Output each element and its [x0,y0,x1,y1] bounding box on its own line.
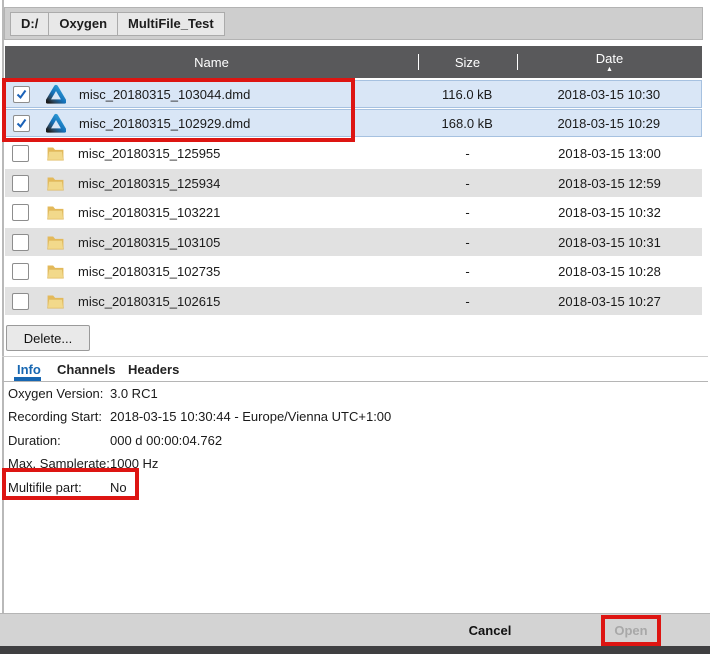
folder-date: 2018-03-15 10:27 [517,294,702,309]
column-header-date-label: Date [596,52,623,66]
info-field-value: 1000 Hz [110,456,158,471]
tab-channels[interactable]: Channels [57,362,116,377]
checkbox-unchecked-icon[interactable] [12,263,29,280]
folder-date: 2018-03-15 13:00 [517,146,702,161]
folder-icon [45,143,65,163]
info-field: Duration: 000 d 00:00:04.762 [0,433,450,451]
folder-date: 2018-03-15 10:31 [517,235,702,250]
checkbox-unchecked-icon[interactable] [12,145,29,162]
info-field-value: No [110,480,127,495]
column-divider [418,54,419,70]
folder-size: - [418,264,517,279]
table-row[interactable]: misc_20180315_103044.dmd 116.0 kB 2018-0… [5,80,702,108]
folder-name: misc_20180315_125934 [78,176,220,191]
folder-icon [45,232,65,252]
file-size: 168.0 kB [418,116,517,131]
table-row[interactable]: misc_20180315_125934 - 2018-03-15 12:59 [5,169,702,197]
column-header-date[interactable]: Date ▲ [517,46,702,78]
info-field-value: 2018-03-15 10:30:44 - Europe/Vienna UTC+… [110,409,391,424]
dmd-file-icon [46,113,66,133]
info-field-label: Multifile part: [8,480,82,495]
table-header: Name Size Date ▲ [5,46,702,78]
table-row[interactable]: misc_20180315_102735 - 2018-03-15 10:28 [5,257,702,285]
checkbox-unchecked-icon[interactable] [12,204,29,221]
column-header-name[interactable]: Name [5,46,418,78]
folder-name: misc_20180315_102615 [78,294,220,309]
info-field: Max. Samplerate: 1000 Hz [0,456,450,474]
folder-size: - [418,294,517,309]
section-divider [2,356,708,357]
checkbox-unchecked-icon[interactable] [12,293,29,310]
folder-size: - [418,205,517,220]
delete-button[interactable]: Delete... [6,325,90,351]
file-open-dialog: D:/ Oxygen MultiFile_Test Name Size Date… [0,0,710,654]
cancel-button[interactable]: Cancel [450,617,530,643]
folder-name: misc_20180315_103105 [78,235,220,250]
info-field-label: Max. Samplerate: [8,456,110,471]
dmd-file-icon [46,84,66,104]
tabs-divider [2,381,708,382]
checkbox-unchecked-icon[interactable] [12,175,29,192]
folder-date: 2018-03-15 12:59 [517,176,702,191]
folder-name: misc_20180315_103221 [78,205,220,220]
bottom-strip [0,646,710,654]
table-row[interactable]: misc_20180315_102929.dmd 168.0 kB 2018-0… [5,109,702,137]
checkbox-unchecked-icon[interactable] [12,234,29,251]
folder-name: misc_20180315_102735 [78,264,220,279]
info-field-label: Recording Start: [8,409,102,424]
checkbox-checked-icon[interactable] [13,86,30,103]
info-field-label: Oxygen Version: [8,386,103,401]
table-row[interactable]: misc_20180315_103221 - 2018-03-15 10:32 [5,198,702,226]
folder-icon [45,261,65,281]
folder-icon [45,291,65,311]
breadcrumb-item-oxygen[interactable]: Oxygen [48,12,118,36]
breadcrumb: D:/ Oxygen MultiFile_Test [4,7,703,40]
column-divider [517,54,518,70]
info-field-value: 000 d 00:00:04.762 [110,433,222,448]
dialog-left-border [2,0,4,613]
info-field-multifile-part: Multifile part: No [0,480,450,498]
folder-name: misc_20180315_125955 [78,146,220,161]
table-row[interactable]: misc_20180315_125955 - 2018-03-15 13:00 [5,139,702,167]
file-name: misc_20180315_103044.dmd [79,87,250,102]
folder-icon [45,202,65,222]
info-field: Recording Start: 2018-03-15 10:30:44 - E… [0,409,450,427]
tab-headers[interactable]: Headers [128,362,179,377]
sort-ascending-icon: ▲ [606,67,613,73]
table-row[interactable]: misc_20180315_103105 - 2018-03-15 10:31 [5,228,702,256]
checkbox-checked-icon[interactable] [13,115,30,132]
breadcrumb-item-drive[interactable]: D:/ [10,12,49,36]
file-date: 2018-03-15 10:30 [517,87,701,102]
file-name: misc_20180315_102929.dmd [79,116,250,131]
folder-icon [45,173,65,193]
tab-info[interactable]: Info [17,362,41,377]
open-button[interactable]: Open [602,617,660,643]
breadcrumb-item-multifile-test[interactable]: MultiFile_Test [117,12,225,36]
info-field-label: Duration: [8,433,61,448]
info-field: Oxygen Version: 3.0 RC1 [0,386,450,404]
column-header-size[interactable]: Size [418,46,517,78]
table-row[interactable]: misc_20180315_102615 - 2018-03-15 10:27 [5,287,702,315]
folder-date: 2018-03-15 10:28 [517,264,702,279]
folder-size: - [418,235,517,250]
info-field-value: 3.0 RC1 [110,386,158,401]
folder-size: - [418,176,517,191]
file-size: 116.0 kB [418,87,517,102]
folder-date: 2018-03-15 10:32 [517,205,702,220]
file-date: 2018-03-15 10:29 [517,116,701,131]
folder-size: - [418,146,517,161]
